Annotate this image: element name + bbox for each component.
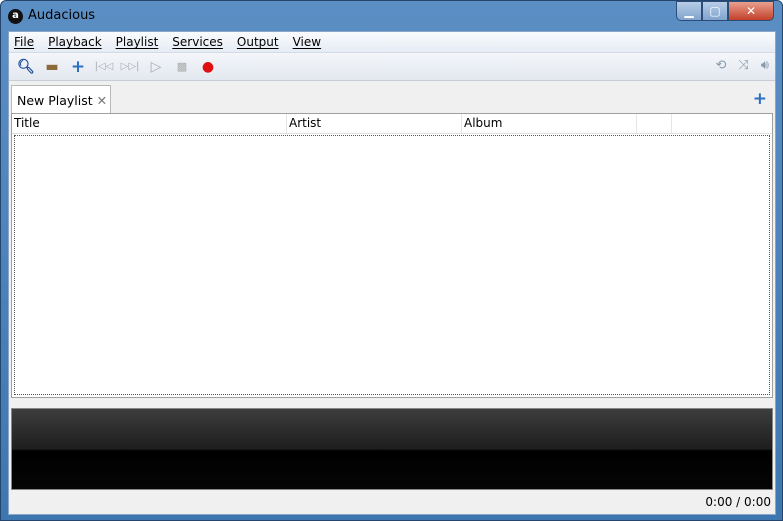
volume-icon[interactable]: 🔊︎ — [761, 58, 769, 73]
close-tab-icon[interactable]: ✕ — [97, 93, 107, 108]
menu-file[interactable]: File — [14, 35, 34, 49]
repeat-icon[interactable]: ⟲ — [715, 58, 726, 73]
app-window: a Audacious ▁ ▢ ✕ File Playback Playlist… — [0, 0, 783, 521]
playlist-table[interactable]: Title Artist Album — [11, 113, 773, 398]
client-area: File Playback Playlist Services Output V… — [8, 31, 776, 515]
shuffle-icon[interactable]: ⤨ — [738, 58, 748, 73]
stop-icon[interactable]: ▩ — [169, 60, 195, 73]
audacious-logo-icon: a — [8, 9, 23, 24]
menu-services[interactable]: Services — [172, 35, 223, 49]
minimize-button[interactable]: ▁ — [676, 1, 702, 21]
record-icon[interactable]: ● — [195, 59, 221, 75]
menu-playback[interactable]: Playback — [48, 35, 102, 49]
menu-output[interactable]: Output — [237, 35, 279, 49]
title-bar: a Audacious ▁ ▢ ✕ — [1, 1, 782, 31]
search-icon[interactable]: 🔍︎ — [13, 59, 39, 75]
column-album[interactable]: Album — [462, 114, 637, 133]
close-button[interactable]: ✕ — [728, 1, 774, 21]
menu-playlist[interactable]: Playlist — [116, 35, 159, 49]
playlist-body[interactable] — [14, 135, 770, 395]
window-title: Audacious — [28, 8, 96, 23]
column-artist[interactable]: Artist — [287, 114, 462, 133]
menu-view[interactable]: View — [293, 35, 321, 49]
visualizer — [11, 408, 773, 490]
tab-label: New Playlist — [17, 93, 93, 108]
previous-icon[interactable]: |◁◁ — [91, 61, 117, 72]
open-folder-icon[interactable]: ▬ — [39, 59, 65, 75]
column-title[interactable]: Title — [12, 114, 287, 133]
table-header: Title Artist Album — [12, 114, 772, 134]
menu-bar: File Playback Playlist Services Output V… — [9, 32, 775, 53]
tab-new-playlist[interactable]: New Playlist ✕ — [11, 85, 111, 114]
play-icon[interactable]: ▷ — [143, 59, 169, 75]
add-playlist-icon[interactable]: + — [753, 89, 767, 109]
add-icon[interactable]: + — [65, 57, 91, 77]
next-icon[interactable]: ▷▷| — [117, 61, 143, 72]
time-display: 0:00 / 0:00 — [705, 495, 771, 509]
column-extra[interactable] — [637, 114, 672, 133]
maximize-button[interactable]: ▢ — [702, 1, 728, 21]
toolbar: 🔍︎ ▬ + |◁◁ ▷▷| ▷ ▩ ● ⟲ ⤨ 🔊︎ — [9, 53, 775, 81]
playlist-tabs: New Playlist ✕ + — [9, 81, 775, 114]
